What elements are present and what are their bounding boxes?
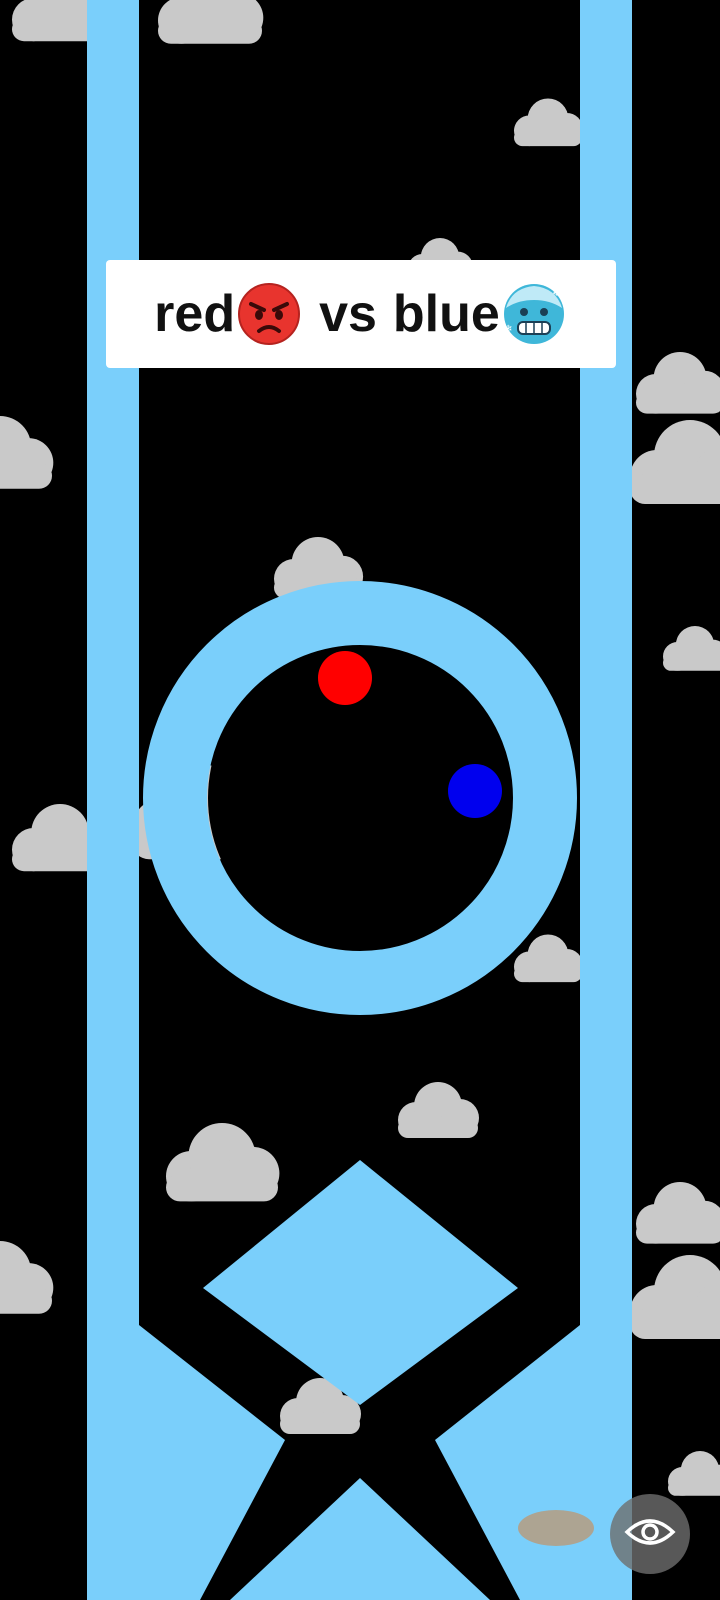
svg-text:❄: ❄ — [504, 324, 512, 335]
svg-text:❄: ❄ — [552, 285, 562, 299]
eye-button[interactable] — [610, 1494, 690, 1574]
right-wall — [580, 0, 632, 1600]
left-wall — [87, 0, 139, 1600]
orange-blob — [518, 1510, 594, 1546]
angry-face-icon — [237, 282, 301, 346]
red-ball — [318, 651, 372, 705]
cold-face-icon: ❄ ❄ — [502, 282, 566, 346]
blue-ball — [448, 764, 502, 818]
caption-red-text: red — [154, 285, 236, 343]
caption-blue-text: blue — [392, 285, 500, 343]
game-scene — [0, 0, 720, 1600]
caption-vs-text: vs — [319, 285, 377, 343]
video-caption: red vs blue ❄ ❄ — [106, 260, 616, 368]
eye-icon — [624, 1516, 676, 1552]
